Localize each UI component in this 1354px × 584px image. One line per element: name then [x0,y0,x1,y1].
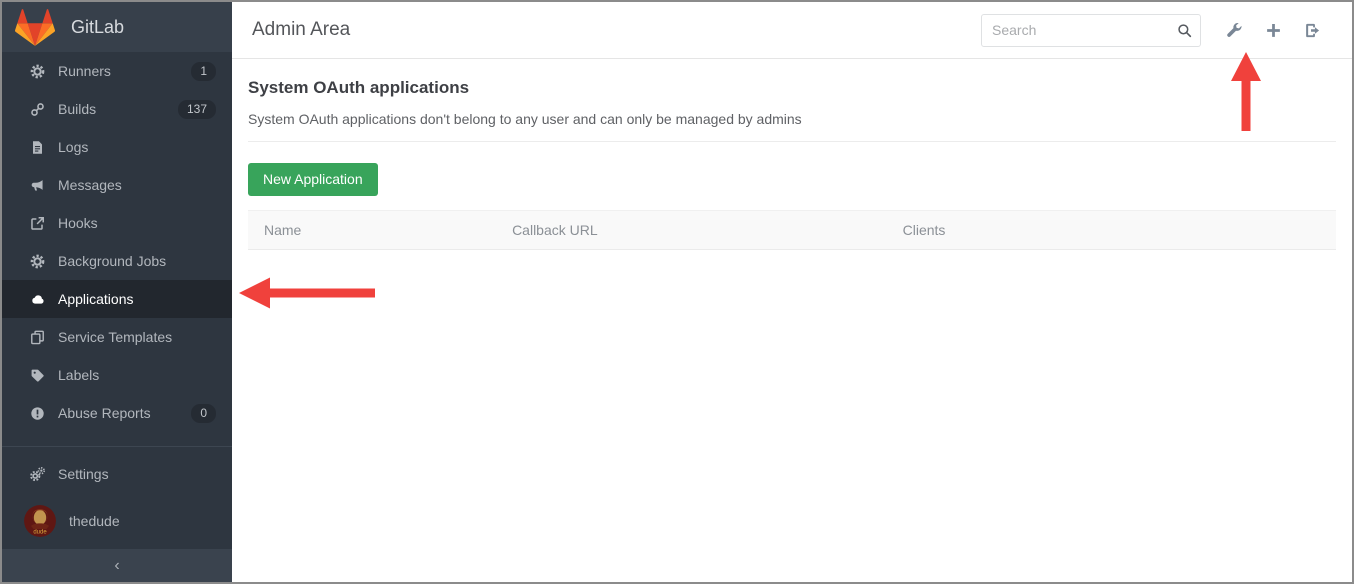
copy-icon [29,329,45,345]
sidebar-nav: Runners 1 Builds 137 Logs Messages Hooks Backgr… [2,52,232,432]
column-header-clients: Clients [887,211,1336,250]
cogs-icon [29,466,45,482]
search-box [981,14,1201,47]
sidebar-item-label: Builds [58,101,96,117]
plus-icon [1265,22,1282,39]
sidebar-item-logs[interactable]: Logs [2,128,232,166]
external-link-icon [29,215,45,231]
sidebar-item-label: Runners [58,63,111,79]
sidebar-item-applications[interactable]: Applications [2,280,232,318]
sign-out-icon [1304,22,1321,39]
header-actions [981,14,1332,47]
sidebar-item-profile[interactable]: dude thedude [2,493,232,549]
sidebar-item-service-templates[interactable]: Service Templates [2,318,232,356]
sidebar-item-settings[interactable]: Settings [2,455,232,493]
count-badge: 0 [191,404,216,423]
sign-out-button[interactable] [1293,22,1332,39]
user-avatar: dude [24,505,56,537]
section-heading: System OAuth applications [248,78,1336,98]
sidebar-item-abuse-reports[interactable]: Abuse Reports 0 [2,394,232,432]
chevron-left-icon: ‹ [114,557,119,575]
sidebar-item-background-jobs[interactable]: Background Jobs [2,242,232,280]
svg-text:dude: dude [33,530,47,536]
sidebar-item-labels[interactable]: Labels [2,356,232,394]
wrench-icon [1226,22,1243,39]
column-header-name: Name [248,211,496,250]
cog-icon [29,253,45,269]
sidebar-item-label: Labels [58,367,99,383]
column-header-callback-url: Callback URL [496,211,887,250]
file-text-icon [29,139,45,155]
sidebar-item-runners[interactable]: Runners 1 [2,52,232,90]
link-icon [29,101,45,117]
tag-icon [29,367,45,383]
sidebar: GitLab Runners 1 Builds 137 Logs Messages Hook… [2,2,232,582]
cloud-icon [29,291,45,307]
sidebar-divider [2,446,232,447]
content-divider [248,141,1336,142]
user-name: thedude [69,513,120,529]
search-input[interactable] [981,14,1201,47]
admin-wrench-button[interactable] [1215,22,1254,39]
count-badge: 137 [178,100,216,119]
table-header-row: NameCallback URLClients [248,211,1336,250]
sidebar-item-label: Service Templates [58,329,172,345]
new-application-button[interactable]: New Application [248,163,378,196]
sidebar-item-label: Logs [58,139,88,155]
gitlab-tanuki-icon [15,9,55,46]
bullhorn-icon [29,177,45,193]
cog-icon [29,63,45,79]
sidebar-item-label: Abuse Reports [58,405,151,421]
oauth-applications-table: NameCallback URLClients [248,210,1336,250]
section-description: System OAuth applications don't belong t… [248,111,1336,127]
sidebar-item-label: Hooks [58,215,98,231]
gitlab-admin-window: GitLab Runners 1 Builds 137 Logs Messages Hook… [0,0,1354,584]
page-title: Admin Area [252,19,350,41]
sidebar-item-messages[interactable]: Messages [2,166,232,204]
sidebar-item-label: Settings [58,466,109,482]
sidebar-item-builds[interactable]: Builds 137 [2,90,232,128]
top-header: Admin Area [232,2,1352,59]
gitlab-home-link[interactable]: GitLab [2,2,232,52]
sidebar-item-label: Messages [58,177,122,193]
sidebar-bottom: Settings dude thedude [2,446,232,549]
exclamation-circle-icon [29,405,45,421]
sidebar-item-label: Applications [58,291,134,307]
search-icon[interactable] [1177,23,1192,38]
sidebar-collapse-button[interactable]: ‹ [2,549,232,582]
sidebar-item-hooks[interactable]: Hooks [2,204,232,242]
main-area: Admin Area System OAuth applications Sys… [232,2,1352,582]
count-badge: 1 [191,62,216,81]
new-project-button[interactable] [1254,22,1293,39]
content-area: System OAuth applications System OAuth a… [232,59,1352,582]
gitlab-logo-text: GitLab [71,17,124,38]
sidebar-item-label: Background Jobs [58,253,166,269]
